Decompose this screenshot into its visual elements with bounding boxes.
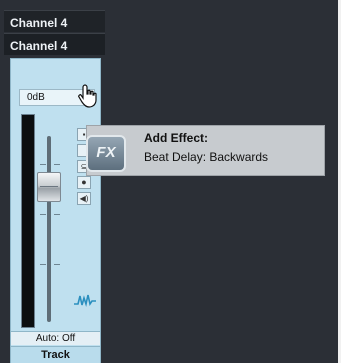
mixer-window: Channel 4 Channel 4 0dB ▪ ⊆ ● ◀) Auto: O… xyxy=(0,0,341,363)
record-icon[interactable]: ● xyxy=(77,176,91,189)
fader-tick xyxy=(40,214,46,215)
channel-header[interactable]: Channel 4 xyxy=(4,10,105,32)
fader-tick xyxy=(40,164,46,165)
speaker-icon[interactable]: ◀) xyxy=(77,192,91,205)
fader-track xyxy=(47,136,51,322)
fx-icon: FX xyxy=(86,135,126,172)
fader-tick xyxy=(54,214,60,215)
fader-tick xyxy=(54,264,60,265)
automation-mode[interactable]: Auto: Off xyxy=(11,331,100,345)
tooltip-title: Add Effect: xyxy=(144,131,208,145)
fader-tick xyxy=(40,264,46,265)
hand-cursor-icon xyxy=(78,84,97,108)
channel-header-selected[interactable]: Channel 4 xyxy=(4,33,105,55)
fader-handle-line xyxy=(40,186,58,187)
level-meter xyxy=(21,114,35,328)
waveform-icon[interactable] xyxy=(74,293,96,307)
volume-fader-area xyxy=(37,114,73,328)
fader-tick xyxy=(54,164,60,165)
fader-handle[interactable] xyxy=(37,172,61,202)
track-label[interactable]: Track xyxy=(11,346,100,363)
tooltip-effect-name: Beat Delay: Backwards xyxy=(144,150,269,164)
